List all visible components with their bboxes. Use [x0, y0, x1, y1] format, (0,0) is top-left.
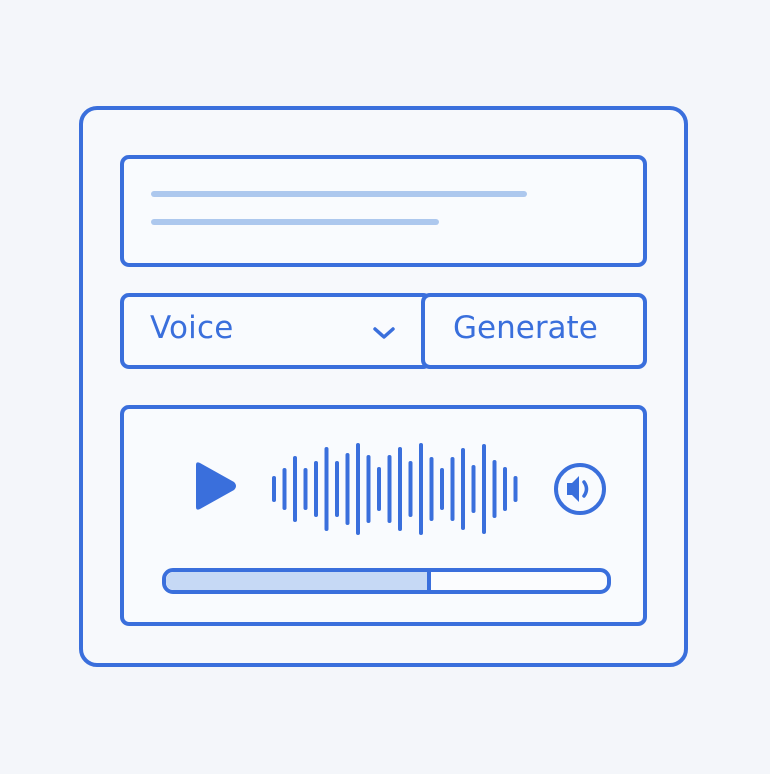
audio-player: [120, 405, 647, 626]
play-icon[interactable]: [190, 459, 240, 513]
tts-app-illustration: Voice Generate: [0, 0, 770, 774]
generate-button[interactable]: Generate: [421, 293, 647, 369]
waveform: [272, 443, 518, 535]
progress-fill: [166, 572, 431, 590]
text-input-area[interactable]: [120, 155, 647, 267]
chevron-down-icon: [373, 327, 395, 339]
progress-bar[interactable]: [162, 568, 611, 594]
voice-select-value: Voice: [150, 310, 234, 346]
generate-button-label: Generate: [453, 310, 598, 346]
text-placeholder-line: [151, 219, 439, 225]
voice-select[interactable]: Voice: [120, 293, 432, 369]
text-placeholder-line: [151, 191, 527, 197]
speaker-icon[interactable]: [552, 461, 608, 517]
